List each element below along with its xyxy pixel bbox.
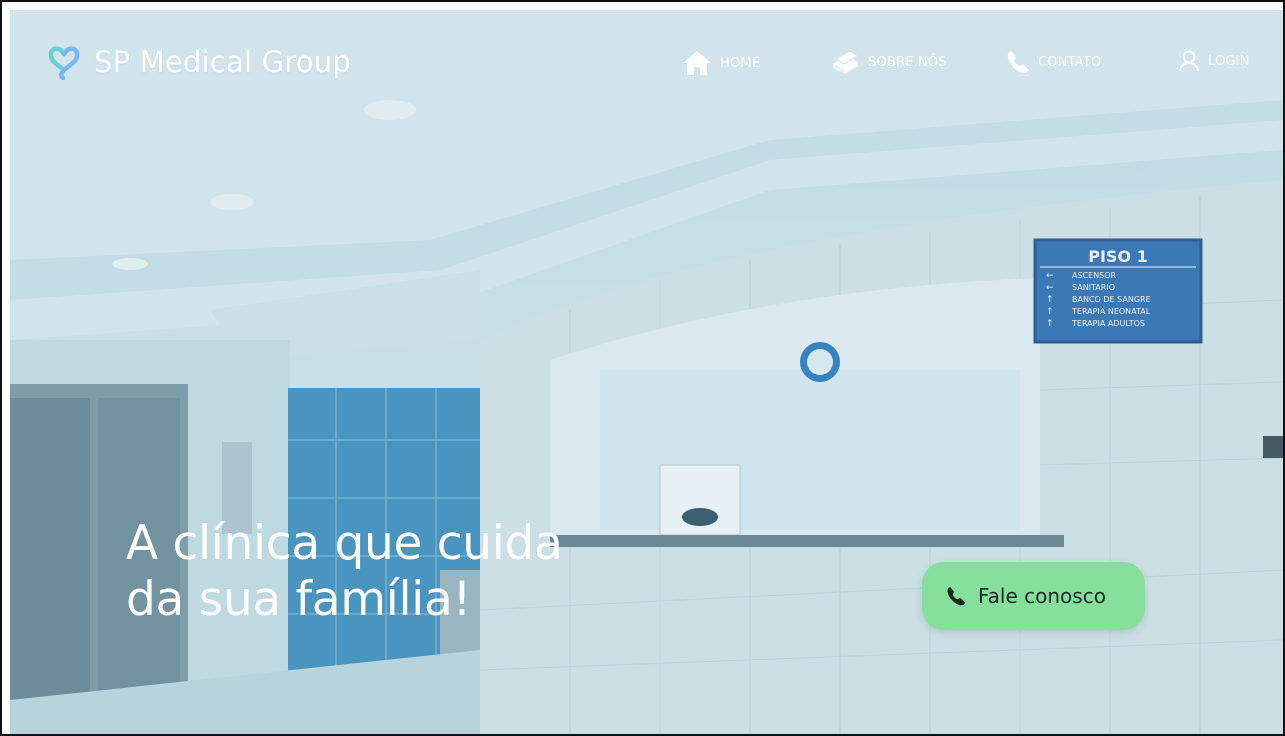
nav-contact[interactable]: CONTATO — [1006, 50, 1101, 74]
contact-us-label: Fale conosco — [978, 584, 1106, 608]
nav-home[interactable]: HOME — [682, 50, 760, 76]
brand-name: SP Medical Group — [94, 45, 351, 79]
page-frame: PISO 1 ASCENSOR SANITARIO BANCO DE SANGR… — [0, 0, 1285, 736]
top-navbar: SP Medical Group HOME SOBRE NÓS CONTATO … — [10, 10, 1283, 100]
nav-login[interactable]: LOGIN — [1178, 50, 1250, 72]
nav-about-label: SOBRE NÓS — [868, 54, 947, 70]
user-icon — [1179, 50, 1199, 72]
nav-about[interactable]: SOBRE NÓS — [830, 50, 947, 74]
hero-headline: A clínica que cuida da sua família! — [126, 516, 646, 628]
nav-home-label: HOME — [720, 55, 761, 71]
books-icon — [833, 50, 859, 74]
hero-headline-line2: da sua família! — [126, 572, 472, 627]
hero-section: PISO 1 ASCENSOR SANITARIO BANCO DE SANGR… — [10, 10, 1283, 734]
nav-login-label: LOGIN — [1208, 53, 1250, 69]
nav-contact-label: CONTATO — [1038, 54, 1102, 70]
phone-icon — [947, 586, 966, 606]
phone-icon — [1007, 51, 1029, 74]
heart-logo-icon — [48, 46, 80, 80]
home-icon — [683, 51, 711, 75]
hero-headline-line1: A clínica que cuida — [126, 516, 563, 571]
brand-link[interactable]: SP Medical Group — [48, 44, 351, 80]
contact-us-button[interactable]: Fale conosco — [922, 562, 1145, 630]
